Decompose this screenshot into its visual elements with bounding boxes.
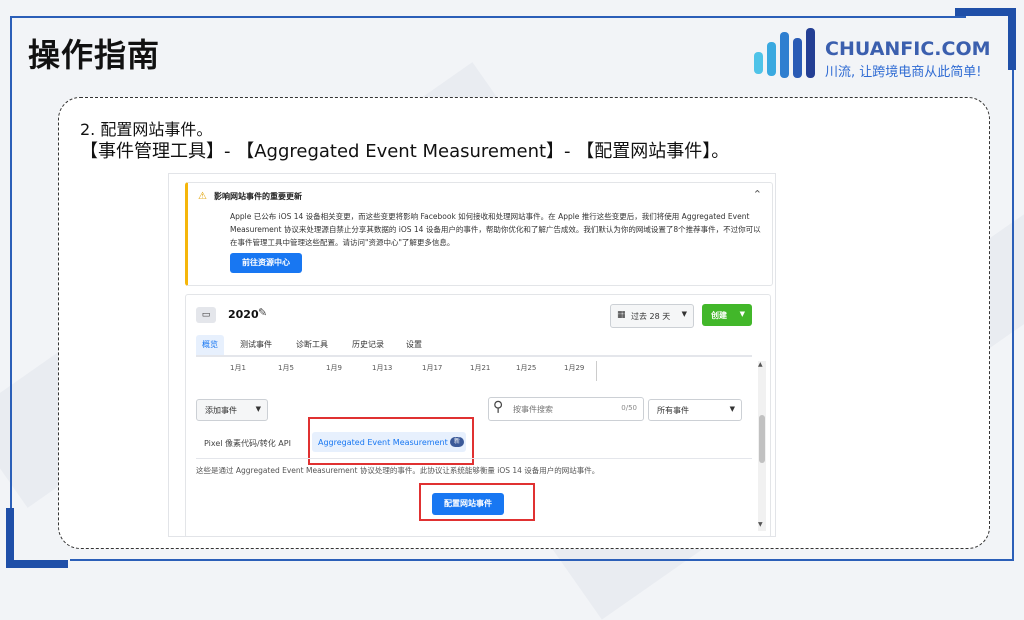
monitor-icon: ▭: [196, 307, 216, 323]
frame-right-line: [1012, 70, 1014, 560]
brand-name: CHUANFIC.COM: [825, 38, 991, 60]
tab-test-events[interactable]: 测试事件: [240, 335, 272, 355]
warning-icon: ⚠: [198, 191, 207, 202]
events-manager-screenshot: ⚠ 影响网站事件的重要更新 ⌃ Apple 已公布 iOS 14 设备相关变更，…: [168, 173, 776, 537]
highlight-box-configure: [419, 483, 535, 521]
slide-title: 操作指南: [28, 36, 161, 74]
subtab-underline: [196, 458, 752, 459]
caret-down-icon: ▼: [681, 310, 687, 318]
date-range-label: 过去 28 天: [631, 312, 671, 321]
search-count: 0/50: [621, 404, 637, 412]
frame-left-line: [10, 16, 12, 512]
notice-title: 影响网站事件的重要更新: [214, 192, 302, 201]
subtab-pixel[interactable]: Pixel 像素代码/转化 API: [204, 438, 291, 449]
tab-diagnostics[interactable]: 诊断工具: [296, 335, 328, 355]
aem-description: 这些是通过 Aggregated Event Measurement 协议处理的…: [196, 466, 600, 475]
dataset-panel: ▭ 2020 ✎ ▦ 过去 28 天 ▼ 创建 ▼ 概览 测试事件 诊断工具 历…: [185, 294, 771, 536]
top-right-corner-accent: [955, 8, 1016, 16]
axis-date-label: 1月13: [372, 364, 393, 372]
navigation-path: 【事件管理工具】- 【Aggregated Event Measurement】…: [80, 141, 730, 162]
axis-date-label: 1月29: [564, 364, 585, 372]
frame-top-line: [10, 16, 966, 18]
scroll-up-icon[interactable]: ▲: [758, 361, 763, 368]
brand-slogan: 川流, 让跨境电商从此简单!: [825, 65, 982, 80]
bottom-left-corner-accent: [6, 560, 68, 568]
dataset-tabs: 概览 测试事件 诊断工具 历史记录 设置: [196, 335, 752, 355]
chevron-up-icon[interactable]: ⌃: [753, 188, 762, 201]
dataset-name: 2020: [228, 308, 259, 321]
axis-date-label: 1月9: [326, 364, 342, 372]
event-search-input[interactable]: [513, 402, 603, 416]
event-filter-label: 所有事件: [657, 406, 689, 415]
top-right-corner-accent: [1008, 8, 1016, 70]
brand-logo: CHUANFIC.COM 川流, 让跨境电商从此简单!: [752, 26, 991, 86]
create-label: 创建: [711, 311, 727, 320]
add-event-label: 添加事件: [205, 406, 237, 415]
caret-down-icon: ▼: [739, 310, 745, 318]
scroll-down-icon[interactable]: ▼: [758, 521, 763, 528]
axis-date-label: 1月1: [230, 364, 246, 372]
notice-body: Apple 已公布 iOS 14 设备相关变更，而这些变更将影响 Faceboo…: [230, 212, 761, 247]
caret-down-icon: ▼: [255, 405, 261, 413]
caret-down-icon: ▼: [729, 405, 735, 413]
bottom-left-corner-accent: [6, 508, 14, 568]
axis-date-label: 1月21: [470, 364, 491, 372]
scrollbar-thumb[interactable]: [759, 415, 765, 463]
brand-bars-icon: [754, 28, 815, 78]
resource-center-button[interactable]: 前往资源中心: [230, 253, 302, 273]
axis-date-label: 1月25: [516, 364, 537, 372]
event-search: ⚲ 0/50: [488, 397, 644, 421]
ios14-notice: ⚠ 影响网站事件的重要更新 ⌃ Apple 已公布 iOS 14 设备相关变更，…: [185, 182, 773, 286]
create-button[interactable]: 创建 ▼: [702, 304, 752, 326]
search-icon: ⚲: [493, 399, 504, 415]
axis-date-label: 1月17: [422, 364, 443, 372]
add-event-dropdown[interactable]: 添加事件 ▼: [196, 399, 268, 421]
date-range-dropdown[interactable]: ▦ 过去 28 天 ▼: [610, 304, 694, 328]
tab-underline: [196, 355, 752, 357]
frame-bottom-line: [70, 559, 1014, 561]
chart-divider: [596, 361, 597, 381]
calendar-icon: ▦: [617, 310, 626, 320]
tab-settings[interactable]: 设置: [406, 335, 422, 355]
axis-date-label: 1月5: [278, 364, 294, 372]
tab-overview[interactable]: 概览: [196, 335, 224, 355]
event-filter-dropdown[interactable]: 所有事件 ▼: [648, 399, 742, 421]
pencil-icon[interactable]: ✎: [258, 306, 267, 319]
tab-history[interactable]: 历史记录: [352, 335, 384, 355]
